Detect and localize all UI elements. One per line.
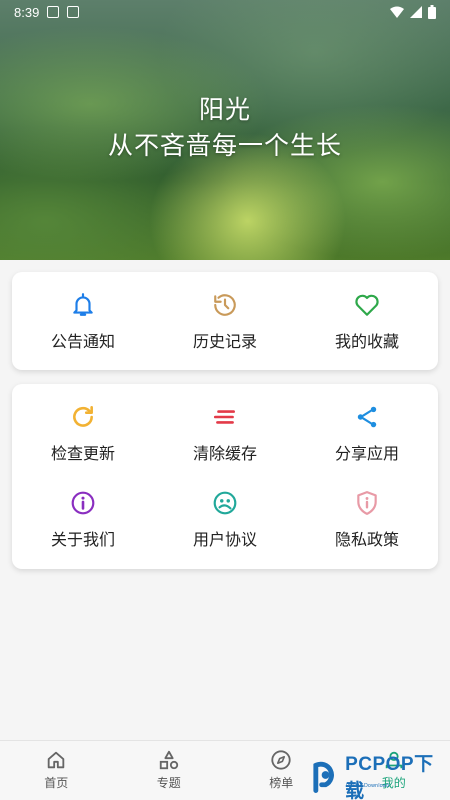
status-time: 8:39 — [14, 4, 40, 20]
share-app-button[interactable]: 分享应用 — [296, 384, 438, 470]
battery-icon — [428, 5, 436, 19]
notice-button[interactable]: 公告通知 — [12, 272, 154, 358]
watermark-subtext: PCPOP Download — [346, 783, 389, 789]
share-app-label: 分享应用 — [334, 444, 399, 463]
watermark-text: PCPOP下载 — [345, 754, 434, 800]
nav-tab-home[interactable]: 首页 — [0, 741, 113, 800]
home-icon — [48, 751, 65, 769]
history-label: 历史记录 — [192, 332, 257, 351]
privacy-policy-label: 隐私政策 — [334, 530, 399, 549]
face-icon — [213, 491, 237, 515]
privacy-policy-button[interactable]: 隐私政策 — [296, 470, 438, 556]
pcpop-logo-icon — [313, 761, 334, 793]
nav-topics-label: 专题 — [156, 776, 181, 790]
clear-cache-button[interactable]: 清除缓存 — [154, 384, 296, 470]
hero-slogan: 阳光 从不吝啬每一个生长 — [0, 92, 450, 164]
hero-line-2: 从不吝啬每一个生长 — [107, 131, 342, 160]
nav-home-label: 首页 — [44, 776, 69, 790]
quick-actions-card: 公告通知 历史记录 我的收藏 — [12, 272, 438, 370]
wifi-icon — [390, 6, 404, 18]
image-notification-icon — [47, 6, 60, 18]
compass-icon — [271, 750, 291, 770]
nav-tab-topics[interactable]: 专题 — [113, 741, 226, 800]
about-us-button[interactable]: 关于我们 — [12, 470, 154, 556]
info-icon — [71, 491, 95, 515]
check-update-label: 检查更新 — [50, 444, 115, 463]
signal-icon — [410, 6, 422, 18]
favorites-button[interactable]: 我的收藏 — [296, 272, 438, 358]
watermark: PCPOP下载 PCPOP Download — [310, 754, 450, 800]
status-bar: 8:39 — [0, 0, 450, 24]
nav-ranking-label: 榜单 — [269, 776, 294, 790]
refresh-icon — [73, 405, 93, 427]
user-agreement-label: 用户协议 — [192, 530, 257, 549]
shapes-icon — [159, 750, 178, 770]
font-notification-icon — [67, 6, 80, 18]
hero-line-1: 阳光 — [198, 95, 251, 124]
user-agreement-button[interactable]: 用户协议 — [154, 470, 296, 556]
history-icon — [214, 294, 236, 316]
heart-icon — [355, 294, 379, 316]
about-us-label: 关于我们 — [50, 530, 115, 549]
history-button[interactable]: 历史记录 — [154, 272, 296, 358]
clear-cache-label: 清除缓存 — [192, 444, 257, 463]
check-update-button[interactable]: 检查更新 — [12, 384, 154, 470]
favorites-label: 我的收藏 — [334, 332, 399, 351]
settings-card: 检查更新 清除缓存 分享应用 关于我们 用户协议 隐私政策 — [12, 384, 438, 569]
shield-info-icon — [357, 491, 377, 515]
clear-icon — [213, 410, 235, 424]
bell-icon — [73, 293, 93, 316]
notice-label: 公告通知 — [50, 332, 115, 351]
share-icon — [357, 406, 377, 428]
hero-banner: 阳光 从不吝啬每一个生长 — [0, 0, 450, 260]
